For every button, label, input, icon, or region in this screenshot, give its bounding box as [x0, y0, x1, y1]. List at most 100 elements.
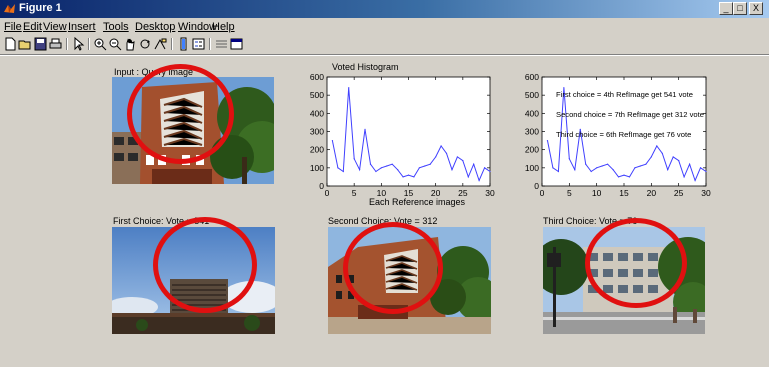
data-point [435, 156, 437, 158]
close-button[interactable]: X [749, 2, 763, 15]
x-tick-label: 20 [647, 188, 657, 198]
toolbar [0, 36, 769, 53]
data-point [386, 165, 388, 167]
menu-insert[interactable]: Insert [68, 21, 96, 33]
data-point [407, 174, 410, 176]
data-point [645, 163, 647, 165]
data-point [331, 139, 334, 142]
toolbar-separator [88, 38, 90, 50]
data-cursor-icon[interactable] [153, 37, 168, 51]
menu-help[interactable]: Help [212, 21, 235, 33]
data-point [402, 176, 404, 178]
second-choice-title: Second Choice: Vote = 312 [328, 216, 438, 226]
data-point [456, 156, 458, 158]
data-point [391, 163, 393, 165]
save-icon[interactable] [33, 37, 48, 51]
x-tick-label: 30 [485, 188, 495, 198]
data-point [552, 167, 554, 169]
data-point [359, 169, 361, 171]
data-point [650, 156, 652, 158]
menu-view[interactable]: View [43, 21, 67, 33]
third-choice-image [543, 227, 705, 334]
data-point [612, 169, 614, 171]
data-point [337, 167, 339, 169]
toolbar-divider [0, 54, 769, 56]
zoom-out-icon[interactable] [108, 37, 123, 51]
menu-desktop[interactable]: Desktop [135, 21, 175, 33]
data-point [445, 152, 448, 154]
menu-bar: File Edit View Insert Tools Desktop Wind… [0, 19, 769, 35]
data-point [429, 163, 431, 165]
data-point [634, 167, 636, 169]
menu-edit[interactable]: Edit [23, 21, 42, 33]
title-bar[interactable]: Figure 1 _ □ X [0, 0, 769, 18]
data-point [683, 176, 685, 178]
y-tick-label: 100 [525, 163, 539, 173]
y-tick-label: 600 [525, 72, 539, 82]
chart-annotation: First choice = 4th RefImage get 541 vote [556, 90, 693, 99]
first-choice-title: First Choice: Vote = 541 [113, 216, 210, 226]
rotate-icon[interactable] [138, 37, 153, 51]
y-tick-label: 0 [534, 181, 539, 191]
chart-annotation: Second choice = 7th RefImage get 312 vot… [556, 110, 704, 119]
data-point [364, 128, 366, 130]
insert-legend-icon[interactable] [191, 37, 206, 51]
data-point [661, 152, 663, 154]
x-tick-label: 5 [567, 188, 572, 198]
pointer-icon[interactable] [71, 37, 86, 51]
show-plot-tools-icon[interactable] [229, 37, 244, 51]
x-tick-label: 15 [619, 188, 629, 198]
data-point [667, 169, 669, 171]
y-tick-label: 300 [525, 127, 539, 137]
toolbar-separator [66, 38, 68, 50]
data-point [467, 176, 469, 178]
print-icon[interactable] [48, 37, 63, 51]
data-point [348, 87, 350, 89]
y-tick-label: 200 [525, 145, 539, 155]
toolbar-separator [171, 38, 173, 50]
new-icon[interactable] [3, 37, 18, 51]
x-tick-label: 25 [674, 188, 684, 198]
matlab-logo-icon [4, 4, 15, 13]
x-tick-label: 10 [592, 188, 602, 198]
zoom-in-icon[interactable] [93, 37, 108, 51]
y-tick-label: 400 [525, 108, 539, 118]
y-tick-label: 400 [310, 108, 324, 118]
figure-window: Figure 1 _ □ X File Edit View Insert Too… [0, 0, 769, 367]
data-point [585, 163, 587, 165]
data-point [568, 158, 570, 160]
data-point [596, 167, 598, 169]
data-point [451, 169, 453, 171]
y-tick-label: 500 [525, 90, 539, 100]
maximize-button[interactable]: □ [733, 2, 747, 15]
data-point [672, 156, 674, 158]
hide-plot-tools-icon[interactable] [214, 37, 229, 51]
menu-file[interactable]: File [4, 21, 22, 33]
minimize-button[interactable]: _ [719, 2, 733, 15]
data-point [375, 170, 377, 173]
data-point [380, 167, 382, 169]
y-tick-label: 200 [310, 145, 324, 155]
data-point [462, 159, 464, 162]
chart-annotation: Third choice = 6th RefImage get 76 vote [556, 130, 691, 139]
x-tick-label: 5 [352, 188, 357, 198]
data-point [705, 170, 707, 173]
insert-colorbar-icon[interactable] [176, 37, 191, 51]
data-point [601, 165, 603, 167]
histogram-xlabel: Each Reference images [369, 197, 466, 207]
data-point [353, 158, 355, 160]
data-point [607, 163, 609, 165]
window-title: Figure 1 [19, 2, 62, 14]
data-point [656, 145, 658, 147]
menu-tools[interactable]: Tools [103, 21, 129, 33]
data-point [689, 163, 691, 165]
data-point [557, 170, 559, 173]
pan-icon[interactable] [123, 37, 138, 51]
y-tick-label: 600 [310, 72, 324, 82]
data-point [397, 169, 399, 171]
data-point [546, 139, 549, 142]
data-point [678, 159, 680, 162]
open-icon[interactable] [18, 37, 33, 51]
annotated-histogram-chart: 0 100 200 300 400 500 600 0 5 10 15 20 25 30 First cho… [525, 72, 711, 198]
voted-histogram-chart: 01002003004005006000 5 10 15 20 25 30 [310, 72, 495, 198]
